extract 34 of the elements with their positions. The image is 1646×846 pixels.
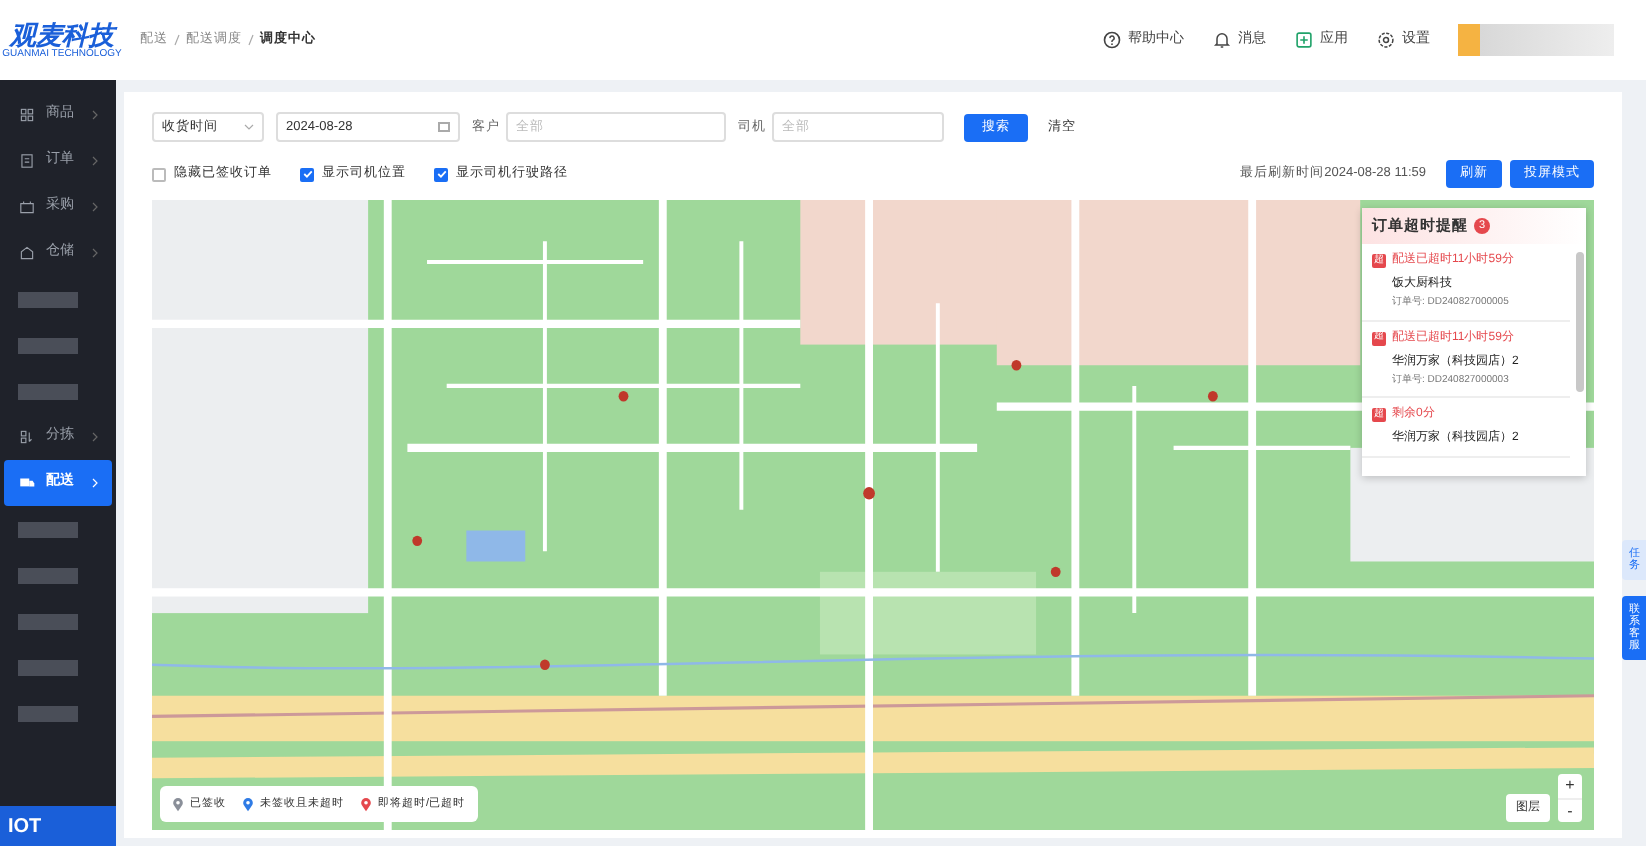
- truck-icon: [18, 474, 36, 492]
- zoom-in-button[interactable]: +: [1558, 774, 1582, 798]
- sort-icon: [18, 428, 36, 446]
- redacted-label: [18, 613, 78, 629]
- redacted-label: [18, 705, 78, 721]
- chevron-right-icon: [92, 156, 98, 166]
- chevron-right-icon: [92, 202, 98, 212]
- chevron-right-icon: [92, 478, 98, 488]
- redacted-label: [18, 383, 78, 399]
- calendar-icon: [438, 122, 450, 132]
- breadcrumb-separator-icon: [248, 34, 254, 46]
- help-icon: [1102, 30, 1122, 50]
- iot-banner[interactable]: IOT: [0, 806, 116, 846]
- chevron-right-icon: [92, 432, 98, 442]
- redacted-label: [18, 567, 78, 583]
- chevron-right-icon: [92, 110, 98, 120]
- scrollbar-thumb[interactable]: [1576, 252, 1584, 392]
- document-icon: [18, 152, 36, 170]
- redacted-label: [18, 659, 78, 675]
- grid-icon: [18, 106, 36, 124]
- chevron-down-icon: [244, 124, 254, 130]
- bell-icon: [1212, 30, 1232, 50]
- redacted-label: [18, 521, 78, 537]
- logo-title: 观麦科技: [10, 21, 114, 47]
- redacted-label: [18, 337, 78, 353]
- zoom-out-button[interactable]: -: [1558, 798, 1582, 822]
- breadcrumb-separator-icon: [174, 34, 180, 46]
- app-grid-icon: [1294, 30, 1314, 50]
- house-icon: [18, 244, 36, 262]
- basket-icon: [18, 198, 36, 216]
- settings-icon: [1376, 30, 1396, 50]
- redacted-label: [18, 291, 78, 307]
- checkbox[interactable]: [152, 167, 166, 181]
- chevron-right-icon: [92, 248, 98, 258]
